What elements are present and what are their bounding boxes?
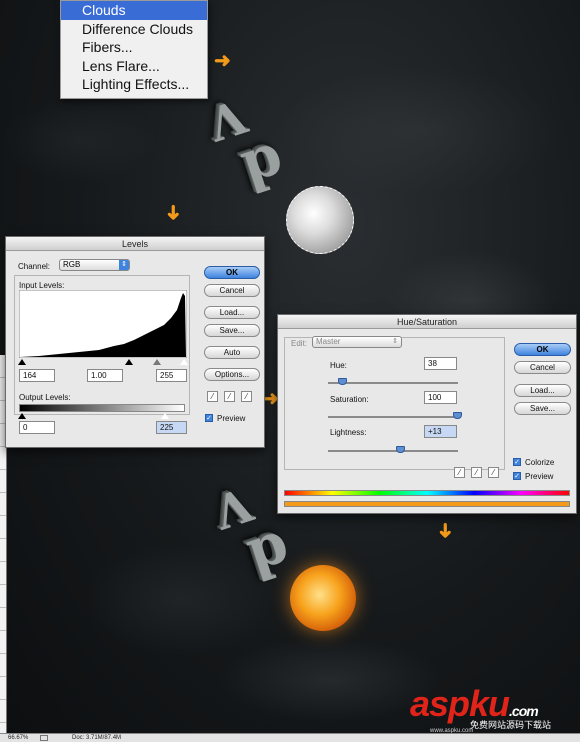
dialog-title: Levels <box>6 237 264 251</box>
colorize-label: Colorize <box>525 458 555 467</box>
watermark-tagline: 免费网站源码下载站 <box>470 720 552 730</box>
input-black-slider[interactable] <box>125 359 133 365</box>
edit-select[interactable]: Master ⇕ <box>312 336 402 348</box>
select-arrows-icon: ⇕ <box>119 260 129 270</box>
cancel-button[interactable]: Cancel <box>204 284 260 297</box>
save-button[interactable]: Save... <box>514 402 571 415</box>
input-black-slider[interactable] <box>18 359 26 365</box>
ok-button[interactable]: OK <box>514 343 571 356</box>
options-button[interactable]: Options... <box>204 368 260 381</box>
preview-label: Preview <box>525 472 554 481</box>
input-black-field[interactable]: 164 <box>19 369 55 382</box>
input-gamma-slider[interactable] <box>153 359 161 365</box>
orange-sun-sphere <box>290 565 356 631</box>
lightness-label: Lightness: <box>330 428 367 437</box>
output-levels-label: Output Levels: <box>19 393 71 402</box>
hue-saturation-dialog: Hue/Saturation Edit: Master ⇕ Hue: 38 Sa… <box>277 314 577 514</box>
hue-slider-thumb[interactable] <box>338 378 347 385</box>
lightness-slider-track <box>328 450 458 452</box>
load-button[interactable]: Load... <box>514 384 571 397</box>
white-eyedropper-icon[interactable]: ⁄ <box>241 391 252 402</box>
menu-item-lighting-effects[interactable]: Lighting Effects... <box>61 75 207 94</box>
hue-slider-track <box>328 382 458 384</box>
menu-item-clouds[interactable]: Clouds <box>61 1 207 20</box>
saturation-slider-thumb[interactable] <box>453 412 462 419</box>
output-white-slider[interactable] <box>161 413 169 419</box>
dialog-title: Hue/Saturation <box>278 315 576 329</box>
select-arrows-icon: ⇕ <box>392 338 398 345</box>
menu-item-lens-flare[interactable]: Lens Flare... <box>61 57 207 76</box>
saturation-field[interactable]: 100 <box>424 391 457 404</box>
preview-checkbox[interactable]: ✓ <box>205 414 213 422</box>
channel-select[interactable]: RGB ⇕ <box>59 259 130 271</box>
doc-size: Doc: 3.71M/87.4M <box>72 735 122 741</box>
input-white-slider[interactable] <box>180 359 188 365</box>
lightness-slider-thumb[interactable] <box>396 446 405 453</box>
add-to-sample-eyedropper-icon[interactable]: ⁄ <box>471 467 482 478</box>
eyedropper-icon[interactable]: ⁄ <box>454 467 465 478</box>
zoom-level[interactable]: 66.67% <box>8 734 28 742</box>
menu-item-difference-clouds[interactable]: Difference Clouds <box>61 20 207 39</box>
gray-eyedropper-icon[interactable]: ⁄ <box>224 391 235 402</box>
down-arrow-icon: ➜ <box>161 204 184 221</box>
output-white-field[interactable]: 225 <box>156 421 187 434</box>
output-black-slider[interactable] <box>18 413 26 419</box>
subtract-from-sample-eyedropper-icon[interactable]: ⁄ <box>488 467 499 478</box>
channel-value: RGB <box>63 260 81 269</box>
cancel-button[interactable]: Cancel <box>514 361 571 374</box>
saturation-slider-track <box>328 416 458 418</box>
input-levels-label: Input Levels: <box>19 281 65 290</box>
menu-item-fibers[interactable]: Fibers... <box>61 38 207 57</box>
ok-button[interactable]: OK <box>204 266 260 279</box>
load-button[interactable]: Load... <box>204 306 260 319</box>
save-button[interactable]: Save... <box>204 324 260 337</box>
edit-value: Master <box>316 337 341 346</box>
preview-label: Preview <box>217 414 246 423</box>
channel-label: Channel: <box>18 262 51 271</box>
lightness-field[interactable]: +13 <box>424 425 457 438</box>
edit-label: Edit: <box>291 339 308 348</box>
levels-histogram <box>19 290 187 358</box>
output-gradient-bar <box>19 404 185 412</box>
selected-moon-sphere <box>286 186 354 254</box>
watermark-suffix: .com <box>509 703 539 719</box>
colorized-result-bar <box>284 501 570 507</box>
preview-checkbox[interactable]: ✓ <box>513 472 521 480</box>
filter-render-menu: Clouds Difference Clouds Fibers... Lens … <box>60 0 208 99</box>
saturation-label: Saturation: <box>330 395 369 404</box>
status-menu-icon[interactable] <box>40 735 48 741</box>
status-bar: 66.67% Doc: 3.71M/87.4M <box>0 733 580 742</box>
levels-dialog: Levels Channel: RGB ⇕ Input Levels: 164 … <box>5 236 265 448</box>
output-black-field[interactable]: 0 <box>19 421 55 434</box>
hue-label: Hue: <box>330 361 347 370</box>
auto-button[interactable]: Auto <box>204 346 260 359</box>
right-arrow-icon: ➜ <box>214 50 231 72</box>
input-gamma-field[interactable]: 1.00 <box>87 369 123 382</box>
black-eyedropper-icon[interactable]: ⁄ <box>207 391 218 402</box>
down-arrow-icon: ➜ <box>433 522 456 539</box>
colorize-checkbox[interactable]: ✓ <box>513 458 521 466</box>
input-white-field[interactable]: 255 <box>156 369 187 382</box>
hue-spectrum-bar <box>284 490 570 496</box>
hue-field[interactable]: 38 <box>424 357 457 370</box>
